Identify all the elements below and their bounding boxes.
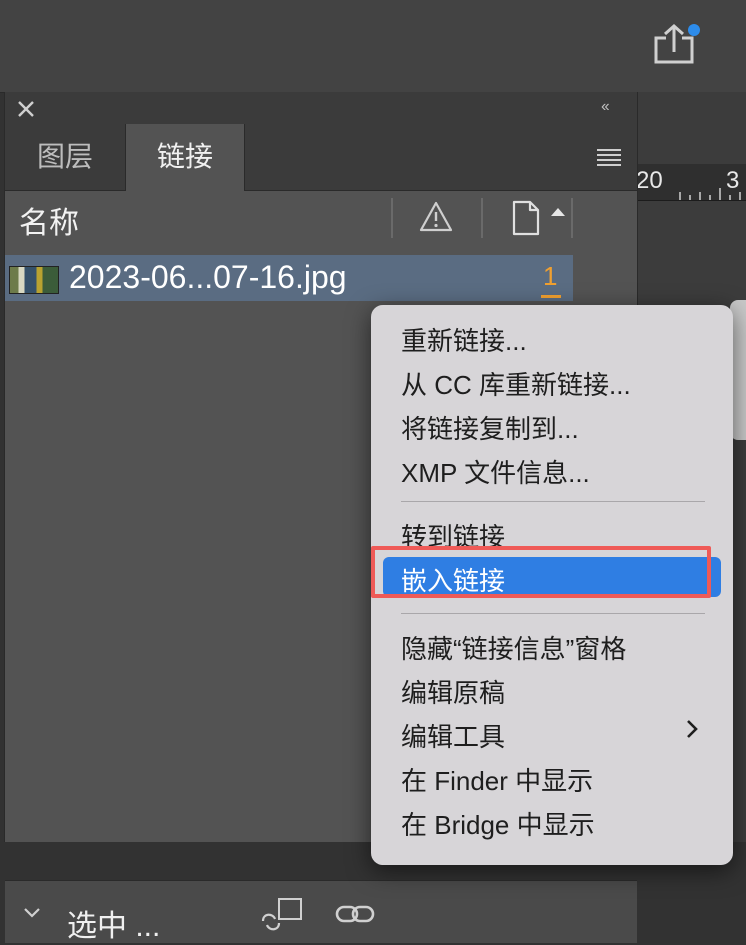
close-icon[interactable] bbox=[15, 98, 37, 120]
menu-item-reveal-in-finder[interactable]: 在 Finder 中显示 bbox=[401, 761, 593, 798]
chain-icon[interactable] bbox=[335, 901, 375, 927]
notification-dot bbox=[688, 24, 700, 36]
image-thumbnail bbox=[9, 266, 59, 294]
column-divider bbox=[481, 198, 483, 238]
name-column-header[interactable]: 名称 bbox=[19, 198, 79, 242]
chevron-down-icon[interactable] bbox=[23, 907, 41, 919]
tab-links[interactable]: 链接 bbox=[125, 124, 245, 191]
panel-tabs: 图层 链接 bbox=[5, 124, 637, 191]
page-icon[interactable] bbox=[511, 200, 541, 236]
chevron-right-icon bbox=[687, 720, 698, 738]
menu-item-relink[interactable]: 重新链接... bbox=[401, 321, 527, 358]
collapse-icon[interactable]: ‹‹ bbox=[601, 98, 610, 116]
menu-divider bbox=[401, 501, 705, 502]
menu-item-relink-from-cc-library[interactable]: 从 CC 库重新链接... bbox=[401, 365, 631, 402]
page-number-underline bbox=[541, 295, 561, 298]
menu-item-hide-link-info-pane[interactable]: 隐藏“链接信息”窗格 bbox=[401, 629, 626, 666]
warning-icon[interactable] bbox=[419, 200, 453, 234]
menu-item-reveal-in-bridge[interactable]: 在 Bridge 中显示 bbox=[401, 805, 595, 842]
panel-menu-icon[interactable] bbox=[595, 146, 623, 168]
links-column-header: 名称 bbox=[5, 190, 637, 246]
column-divider bbox=[571, 198, 573, 238]
app-toolbar bbox=[0, 0, 746, 93]
column-divider bbox=[391, 198, 393, 238]
menu-item-edit-original[interactable]: 编辑原稿 bbox=[401, 673, 505, 710]
link-page-number[interactable]: 1 bbox=[543, 261, 557, 292]
link-row[interactable]: 2023-06...07-16.jpg 1 bbox=[5, 255, 573, 301]
panel-footer: 选中 ... bbox=[5, 880, 637, 943]
menu-item-xmp-file-info[interactable]: XMP 文件信息... bbox=[401, 453, 590, 490]
menu-item-copy-link-to[interactable]: 将链接复制到... bbox=[401, 409, 579, 446]
annotation-highlight-box bbox=[371, 546, 711, 598]
selection-info-label[interactable]: 选中 ... bbox=[67, 901, 160, 945]
sort-ascending-icon[interactable] bbox=[551, 208, 565, 216]
panel-titlebar: ‹‹ bbox=[5, 92, 637, 124]
relink-icon[interactable] bbox=[259, 895, 307, 931]
menu-divider bbox=[401, 613, 705, 614]
ruler-ticks bbox=[679, 188, 741, 200]
link-filename: 2023-06...07-16.jpg bbox=[69, 259, 347, 295]
menu-item-edit-with[interactable]: 编辑工具 bbox=[401, 717, 505, 754]
tab-layers[interactable]: 图层 bbox=[5, 124, 125, 190]
